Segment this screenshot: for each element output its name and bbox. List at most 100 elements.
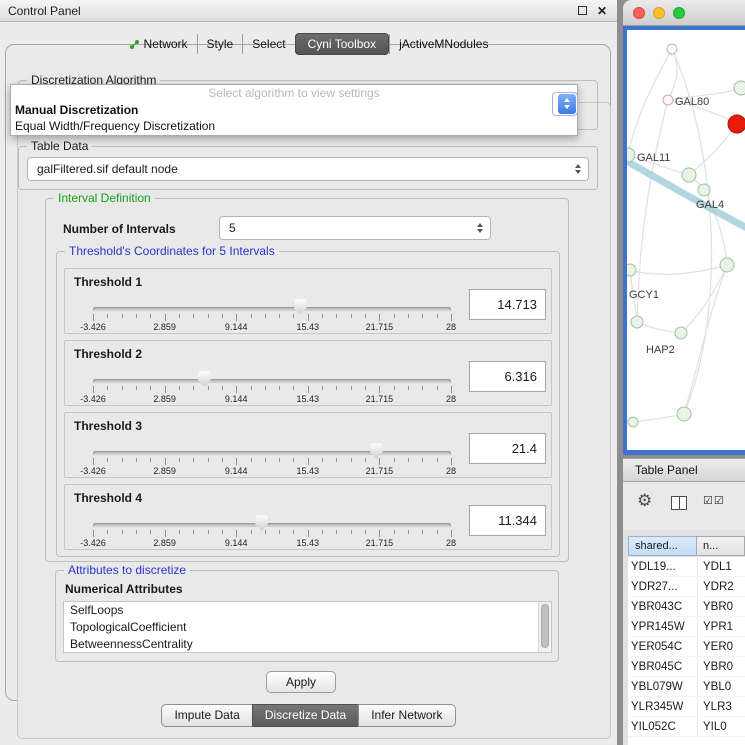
threshold-slider[interactable]: -3.4262.8599.14415.4321.71528 bbox=[93, 371, 451, 405]
tab-style[interactable]: Style bbox=[197, 34, 243, 54]
tick-mark bbox=[379, 386, 380, 393]
table-row[interactable]: YER054CYER0 bbox=[628, 637, 745, 657]
network-node[interactable] bbox=[631, 316, 643, 328]
tab-jactivemnodules[interactable]: jActiveMNodules bbox=[389, 34, 497, 54]
table-row[interactable]: YPR145WYPR1 bbox=[628, 617, 745, 637]
tab-network[interactable]: Network bbox=[120, 34, 197, 54]
network-node[interactable] bbox=[675, 327, 687, 339]
network-node[interactable] bbox=[663, 95, 673, 105]
threshold-value-field[interactable]: 6.316 bbox=[469, 361, 546, 392]
tick-mark bbox=[293, 530, 294, 534]
tab-discretize-data[interactable]: Discretize Data bbox=[252, 704, 359, 727]
slider-thumb[interactable] bbox=[294, 299, 307, 315]
table-row[interactable]: YDL19...YDL1 bbox=[628, 557, 745, 577]
network-window-titlebar[interactable] bbox=[623, 0, 745, 26]
network-canvas[interactable]: GAL80 GAL11 GAL4 GCY1 HAP2 bbox=[627, 30, 745, 450]
scrollbar-thumb[interactable] bbox=[541, 604, 549, 648]
network-node[interactable] bbox=[734, 81, 745, 95]
tick-mark bbox=[136, 386, 137, 390]
zoom-traffic-light-icon[interactable] bbox=[673, 7, 685, 19]
tick-mark bbox=[379, 314, 380, 321]
menu-item-equal-width-frequency[interactable]: Equal Width/Frequency Discretization bbox=[11, 118, 577, 134]
window-title: Control Panel bbox=[8, 4, 81, 18]
threshold-slider[interactable]: -3.4262.8599.14415.4321.71528 bbox=[93, 299, 451, 333]
table-row[interactable]: YIL052CYIL0 bbox=[628, 717, 745, 737]
network-node[interactable] bbox=[720, 258, 734, 272]
selected-node[interactable] bbox=[728, 115, 745, 133]
table-panel-titlebar[interactable]: Table Panel bbox=[623, 458, 745, 482]
cell-shared-name: YDR27... bbox=[628, 581, 697, 593]
tick-mark bbox=[322, 314, 323, 318]
threshold-slider[interactable]: -3.4262.8599.14415.4321.71528 bbox=[93, 443, 451, 477]
float-window-icon[interactable] bbox=[578, 6, 587, 15]
slider-thumb[interactable] bbox=[370, 443, 383, 459]
table-data-combobox[interactable]: galFiltered.sif default node bbox=[27, 157, 589, 181]
tick-label: -3.426 bbox=[80, 322, 106, 332]
attributes-group-title: Attributes to discretize bbox=[64, 563, 190, 578]
network-node[interactable] bbox=[667, 44, 677, 54]
network-node[interactable] bbox=[627, 148, 635, 162]
tick-mark bbox=[451, 386, 452, 393]
network-edge[interactable] bbox=[684, 265, 727, 414]
network-graph: GAL80 GAL11 GAL4 GCY1 HAP2 bbox=[627, 30, 745, 450]
tick-mark bbox=[408, 458, 409, 462]
attribute-item[interactable]: TopologicalCoefficient bbox=[64, 619, 551, 636]
list-scrollbar[interactable] bbox=[538, 602, 551, 652]
tick-label: -3.426 bbox=[80, 466, 106, 476]
menu-item-manual-discretization[interactable]: Manual Discretization bbox=[11, 102, 577, 118]
column-header-shared-name[interactable]: shared... bbox=[628, 536, 697, 556]
close-window-icon[interactable]: ✕ bbox=[597, 0, 607, 22]
tick-mark bbox=[165, 530, 166, 537]
table-row[interactable]: YBL079WYBL0 bbox=[628, 677, 745, 697]
columns-icon[interactable] bbox=[671, 496, 687, 510]
gear-icon[interactable]: ⚙ bbox=[637, 491, 652, 511]
slider-ticks bbox=[93, 458, 451, 465]
table-row[interactable]: YDR27...YDR2 bbox=[628, 577, 745, 597]
tick-mark bbox=[107, 458, 108, 462]
tick-labels: -3.4262.8599.14415.4321.71528 bbox=[93, 466, 451, 477]
tick-label: 28 bbox=[446, 538, 456, 548]
network-node[interactable] bbox=[677, 407, 691, 421]
attribute-item[interactable]: BetweennessCentrality bbox=[64, 636, 551, 653]
threshold-value-field[interactable]: 21.4 bbox=[469, 433, 546, 464]
network-node[interactable] bbox=[698, 184, 710, 196]
table-row[interactable]: YLR345WYLR3 bbox=[628, 697, 745, 717]
network-node[interactable] bbox=[682, 168, 696, 182]
tab-infer-network[interactable]: Infer Network bbox=[358, 704, 455, 727]
attributes-to-discretize-group: Attributes to discretize Numerical Attri… bbox=[55, 570, 559, 662]
table-row[interactable]: YBR045CYBR0 bbox=[628, 657, 745, 677]
tab-select[interactable]: Select bbox=[242, 34, 294, 54]
attribute-item[interactable]: SelfLoops bbox=[64, 602, 551, 619]
network-node[interactable] bbox=[628, 417, 638, 427]
network-edge[interactable] bbox=[637, 322, 681, 333]
bottom-tabs: Impute DataDiscretize DataInfer Network bbox=[0, 704, 617, 727]
threshold-slider[interactable]: -3.4262.8599.14415.4321.71528 bbox=[93, 515, 451, 549]
tab-impute-data[interactable]: Impute Data bbox=[161, 704, 252, 727]
apply-button[interactable]: Apply bbox=[266, 671, 336, 693]
network-edge[interactable] bbox=[681, 265, 727, 333]
column-header-name[interactable]: n... bbox=[696, 536, 745, 556]
tab-cyni-toolbox[interactable]: Cyni Toolbox bbox=[295, 33, 389, 55]
table-row[interactable]: YBR043CYBR0 bbox=[628, 597, 745, 617]
close-traffic-light-icon[interactable] bbox=[633, 7, 645, 19]
number-of-intervals-combobox[interactable]: 5 bbox=[219, 216, 491, 240]
control-panel-titlebar[interactable]: Control Panel ✕ bbox=[0, 0, 617, 22]
slider-thumb[interactable] bbox=[255, 515, 268, 531]
threshold-value-field[interactable]: 14.713 bbox=[469, 289, 546, 320]
slider-thumb[interactable] bbox=[198, 371, 211, 387]
network-edge[interactable] bbox=[689, 124, 737, 175]
tick-mark bbox=[193, 386, 194, 390]
tick-mark bbox=[351, 530, 352, 534]
network-edge[interactable] bbox=[630, 265, 727, 274]
tick-mark bbox=[437, 458, 438, 462]
algorithm-combobox-button[interactable] bbox=[552, 92, 578, 116]
numerical-attributes-list[interactable]: SelfLoopsTopologicalCoefficientBetweenne… bbox=[63, 601, 552, 653]
select-columns-icon[interactable]: ☑☑ bbox=[703, 494, 725, 507]
threshold-value-field[interactable]: 11.344 bbox=[469, 505, 546, 536]
algorithm-dropdown-popup: Select algorithm to view settings Manual… bbox=[10, 84, 578, 136]
tick-label: 28 bbox=[446, 394, 456, 404]
network-node[interactable] bbox=[627, 264, 636, 276]
tick-label: 15.43 bbox=[297, 322, 320, 332]
network-edge[interactable] bbox=[633, 414, 684, 422]
minimize-traffic-light-icon[interactable] bbox=[653, 7, 665, 19]
